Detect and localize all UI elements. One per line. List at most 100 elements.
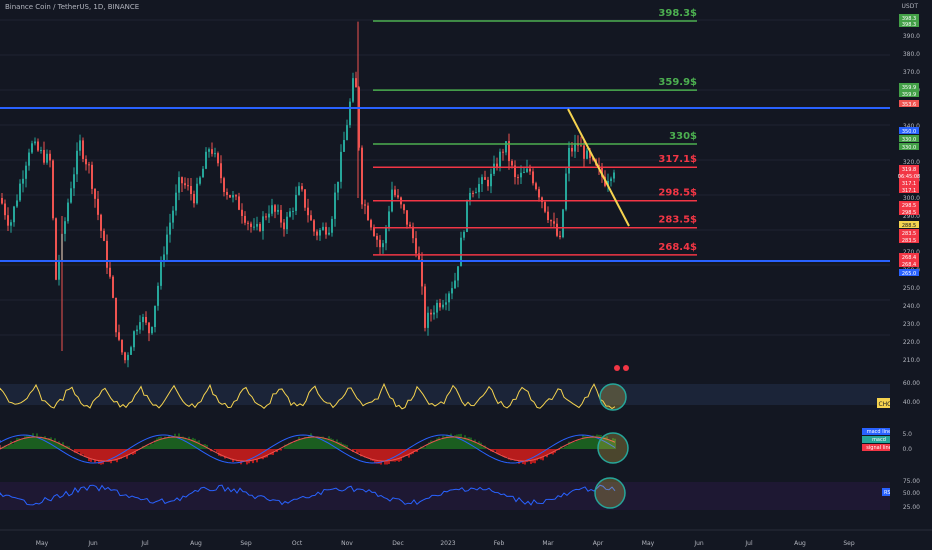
candle-body [388, 211, 390, 228]
candle-body [493, 163, 495, 174]
candle-body [103, 230, 105, 241]
macd-histogram-bar [42, 437, 44, 449]
candle-body [70, 188, 72, 203]
candle-body [562, 209, 564, 238]
chop-tick: 40.00 [903, 399, 920, 406]
candle-body [121, 339, 123, 353]
macd-histogram-bar [50, 437, 52, 449]
candle-body [46, 153, 48, 163]
candle-body [526, 168, 528, 172]
candle-body [523, 171, 525, 173]
candle-body [475, 192, 477, 194]
price-badge-label: 359.9 [902, 92, 916, 98]
time-tick: May [642, 540, 655, 547]
candle-body [76, 150, 78, 175]
candle-body [310, 215, 312, 221]
candle-body [352, 78, 354, 102]
candle-body [325, 226, 327, 235]
macd-histogram-bar [590, 436, 592, 449]
macd-histogram-bar [36, 433, 38, 449]
candle-body [424, 286, 426, 328]
price-candles [1, 21, 615, 368]
candle-body [256, 223, 258, 227]
macd-histogram-bar [518, 449, 520, 464]
chop-panel: CHOP [0, 365, 898, 411]
candle-body [457, 266, 459, 281]
candle-body [73, 174, 75, 189]
candle-body [427, 312, 429, 328]
candle-body [79, 140, 81, 151]
candle-body [64, 221, 66, 234]
rsi-tick: 75.00 [903, 478, 920, 485]
candle-body [331, 218, 333, 233]
candle-body [367, 205, 369, 221]
candle-body [172, 210, 174, 223]
candle-body [520, 172, 522, 178]
macd-histogram-bar [462, 437, 464, 449]
candle-body [196, 183, 198, 204]
candle-body [97, 198, 99, 215]
macd-histogram-bar [124, 449, 126, 457]
time-axis[interactable]: May Jun Jul Aug Sep Oct Nov Dec 2023 Feb Mar Apr May… [0, 529, 932, 547]
price-badge-label: 265.0 [902, 271, 916, 277]
candle-body [250, 223, 252, 227]
candle-body [568, 147, 570, 174]
price-badge-label: 353.6 [902, 102, 916, 108]
candle-body [301, 186, 303, 190]
price-scale[interactable]: 390.0380.0370.0360.0340.0320.0310.0300.0… [890, 0, 932, 550]
candle-body [136, 329, 138, 332]
candle-body [451, 288, 453, 294]
candle-body [313, 220, 315, 232]
macd-histogram-bar [386, 449, 388, 465]
macd-histogram-bar [388, 449, 390, 464]
candle-body [262, 216, 264, 231]
macd-histogram-bar [226, 449, 228, 457]
candle-body [142, 316, 144, 323]
candle-body [181, 177, 183, 184]
candle-body [229, 194, 231, 198]
macd-histogram-bar [358, 449, 360, 453]
macd-histogram-bar [576, 440, 578, 449]
flag-icon[interactable] [614, 365, 620, 371]
candle-body [1, 198, 3, 204]
rsi-panel: RSI [0, 477, 895, 510]
macd-histogram-bar [384, 449, 386, 465]
candle-body [271, 205, 273, 214]
candle-body [487, 179, 489, 187]
candle-body [226, 191, 228, 195]
candle-body [115, 297, 117, 333]
macd-histogram-bar [292, 443, 294, 449]
candle-body [28, 152, 30, 166]
macd-histogram-bar [254, 449, 256, 461]
candle-body [382, 243, 384, 248]
price-tick: 320.0 [903, 159, 920, 166]
highlight-circle [597, 432, 629, 464]
macd-histogram-bar [366, 449, 368, 458]
macd-histogram-bar [90, 449, 92, 462]
macd-histogram-bar [112, 449, 114, 461]
candle-body [613, 172, 615, 179]
flag-icon[interactable] [623, 365, 629, 371]
candle-body [379, 239, 381, 248]
candle-body [94, 188, 96, 199]
price-badge-label: 398.3 [902, 22, 916, 28]
tradingview-chart[interactable]: 398.3$ 359.9$ 330$ 317.1$ 298.5$ 283.5$ 268.4$… [0, 0, 932, 550]
level-lines: 398.3$ 359.9$ 330$ 317.1$ 298.5$ 283.5$ 268.4$ [0, 8, 890, 262]
candle-body [535, 183, 537, 190]
candle-body [274, 205, 276, 212]
macd-histogram-bar [496, 449, 498, 453]
candle-body [430, 312, 432, 315]
macd-histogram-bar [10, 440, 12, 449]
macd-histogram-bar [430, 440, 432, 449]
candle-body [157, 285, 159, 306]
candle-body [610, 178, 612, 181]
macd-histogram-bar [480, 442, 482, 449]
price-badge-label: 350.0 [902, 129, 916, 135]
candle-body [277, 209, 279, 212]
level-label: 359.9$ [658, 77, 697, 88]
macd-histogram-bar [280, 449, 282, 451]
candle-body [421, 259, 423, 287]
macd-histogram-bar [376, 449, 378, 464]
candle-body [307, 207, 309, 216]
candle-body [553, 221, 555, 224]
